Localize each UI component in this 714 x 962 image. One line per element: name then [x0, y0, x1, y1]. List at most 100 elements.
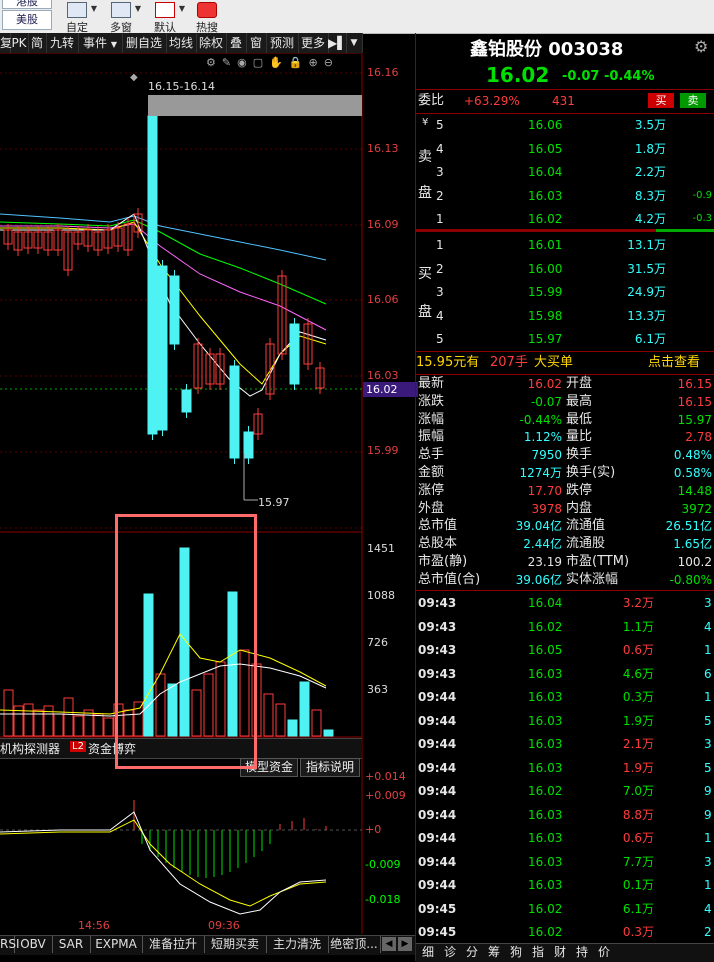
stat-label: 流通值: [566, 518, 606, 534]
tick-volume: 1.1万: [622, 619, 654, 634]
ask-level: 4: [436, 141, 444, 156]
stat-label: 市盈(TTM): [566, 554, 630, 569]
big-order-link[interactable]: 点击查看: [648, 353, 700, 373]
sell-button[interactable]: 卖: [680, 93, 706, 108]
hot-search-button[interactable]: 热搜: [186, 2, 228, 34]
indicator-help-button[interactable]: 指标说明: [300, 758, 360, 777]
stat-value: 100.2: [677, 555, 712, 569]
tool-forecast[interactable]: 预测: [266, 33, 299, 53]
quote-tab[interactable]: 诊: [444, 944, 456, 961]
tab-main-wash[interactable]: 主力清洗: [266, 936, 329, 953]
bid-volume: 24.9万: [627, 285, 666, 299]
tool-event[interactable]: 事件 ▼: [78, 33, 123, 53]
tick-count: 9: [704, 807, 712, 822]
tick-price: 16.03: [528, 878, 563, 892]
ask-change: [678, 139, 712, 159]
tool-more[interactable]: 更多: [298, 33, 329, 53]
scroll-left-icon[interactable]: ◀: [382, 937, 396, 951]
stat-label: 金额: [418, 465, 445, 480]
tab-rsi[interactable]: RSI: [0, 936, 20, 953]
volume-bar: [23, 703, 34, 737]
tick-count: 4: [704, 901, 712, 916]
stat-label: 市盈(静): [418, 554, 468, 569]
volume-bar: [83, 709, 94, 737]
lock-icon[interactable]: 🔒: [289, 56, 309, 69]
quote-panel: 鑫铂股份 003038 ⚙ 16.02 -0.07 -0.44% 委比 +63.…: [416, 33, 714, 962]
ask-price: 16.04: [528, 165, 563, 179]
tab-institution-detector[interactable]: 机构探测器: [0, 740, 60, 757]
bid-volume: 13.3万: [627, 308, 666, 323]
tick-count: 3: [704, 737, 712, 751]
tab-obv[interactable]: OBV: [14, 936, 53, 953]
volume-bar: [93, 713, 104, 737]
tab-ready-rise[interactable]: 准备拉升: [142, 936, 205, 953]
default-button[interactable]: 默认 ▼: [144, 2, 186, 34]
bid-level: 2: [436, 261, 444, 276]
settings-icon[interactable]: ⚙: [206, 56, 222, 69]
bid-price: 16.01: [528, 238, 563, 252]
tool-window[interactable]: 窗: [246, 33, 267, 53]
bid-level: 5: [436, 332, 444, 346]
scroll-right-icon[interactable]: ▶: [398, 937, 412, 951]
tool-nine-turn[interactable]: 九转: [46, 33, 79, 53]
ask-price: 16.03: [528, 188, 563, 203]
copy-icon[interactable]: ▢: [253, 56, 269, 69]
stat-value: 16.02: [527, 377, 562, 391]
quote-tab[interactable]: 指: [532, 944, 544, 961]
multi-window-button[interactable]: 多窗 ▼: [100, 2, 142, 34]
volume-bar: [103, 717, 114, 737]
tool-overlay[interactable]: 叠: [226, 33, 247, 53]
tool-delete-watch[interactable]: 删自选: [122, 33, 167, 53]
tick-time: 09:44: [418, 690, 457, 704]
hand-icon[interactable]: ✋: [269, 56, 289, 69]
tab-secret-top[interactable]: 绝密顶...: [328, 936, 381, 953]
quote-tab[interactable]: 分: [466, 944, 478, 961]
volume-bar: [299, 681, 310, 737]
quote-tab[interactable]: 狗: [510, 944, 522, 961]
market-tab-us[interactable]: 美股: [2, 10, 52, 30]
tool-simple[interactable]: 简: [28, 33, 47, 53]
stat-label: 最新: [418, 376, 445, 391]
ask-change: -0.9: [692, 189, 712, 201]
volume-tick: 726: [367, 636, 388, 649]
eye-icon[interactable]: ◉: [237, 56, 253, 69]
quote-tab[interactable]: 持: [576, 944, 588, 961]
buy-button[interactable]: 买: [648, 93, 674, 108]
stat-label: 开盘: [566, 376, 593, 391]
chevron-down-icon[interactable]: ▼: [90, 4, 98, 16]
custom-button[interactable]: 自定 ▼: [56, 2, 98, 34]
tab-expma[interactable]: EXPMA: [90, 936, 143, 953]
settings-icon[interactable]: ⚙: [694, 37, 708, 56]
quote-tab[interactable]: 财: [554, 944, 566, 961]
book-divider-green: [656, 229, 714, 232]
tool-exright[interactable]: 除权: [196, 33, 227, 53]
stat-value: 39.04亿: [515, 519, 562, 534]
zoom-out-icon[interactable]: ⊖: [324, 56, 339, 69]
stock-price: 16.02: [486, 63, 550, 87]
diamond-icon: ◆: [130, 72, 138, 83]
tool-ma[interactable]: 均线: [166, 33, 197, 53]
chevron-down-icon[interactable]: ▼: [346, 33, 363, 53]
tick-volume: 0.1万: [622, 878, 654, 892]
candle-body: [169, 275, 180, 345]
quote-tab[interactable]: 细: [422, 944, 434, 961]
market-tab-hk[interactable]: 港股: [2, 0, 52, 9]
macd-dif: [0, 811, 327, 915]
chevron-down-icon[interactable]: ▼: [134, 4, 142, 16]
tool-pk[interactable]: PK: [10, 33, 29, 53]
volume-bar: [73, 715, 84, 737]
chevron-down-icon[interactable]: ▼: [178, 4, 186, 16]
big-order-type: 大买单: [534, 355, 574, 370]
tab-short-trade[interactable]: 短期买卖: [204, 936, 267, 953]
divider: [416, 351, 714, 352]
divider: [416, 590, 714, 591]
bid-price: 15.99: [528, 285, 563, 299]
tab-sar[interactable]: SAR: [52, 936, 91, 953]
ask-change: -0.3: [692, 213, 712, 224]
pen-icon[interactable]: ✎: [222, 56, 237, 69]
quote-tab[interactable]: 价: [598, 944, 610, 961]
quote-tab[interactable]: 筹: [488, 944, 500, 961]
play-icon[interactable]: ▶▌: [328, 33, 347, 53]
chart-grid: [0, 54, 363, 934]
zoom-in-icon[interactable]: ⊕: [309, 56, 324, 69]
